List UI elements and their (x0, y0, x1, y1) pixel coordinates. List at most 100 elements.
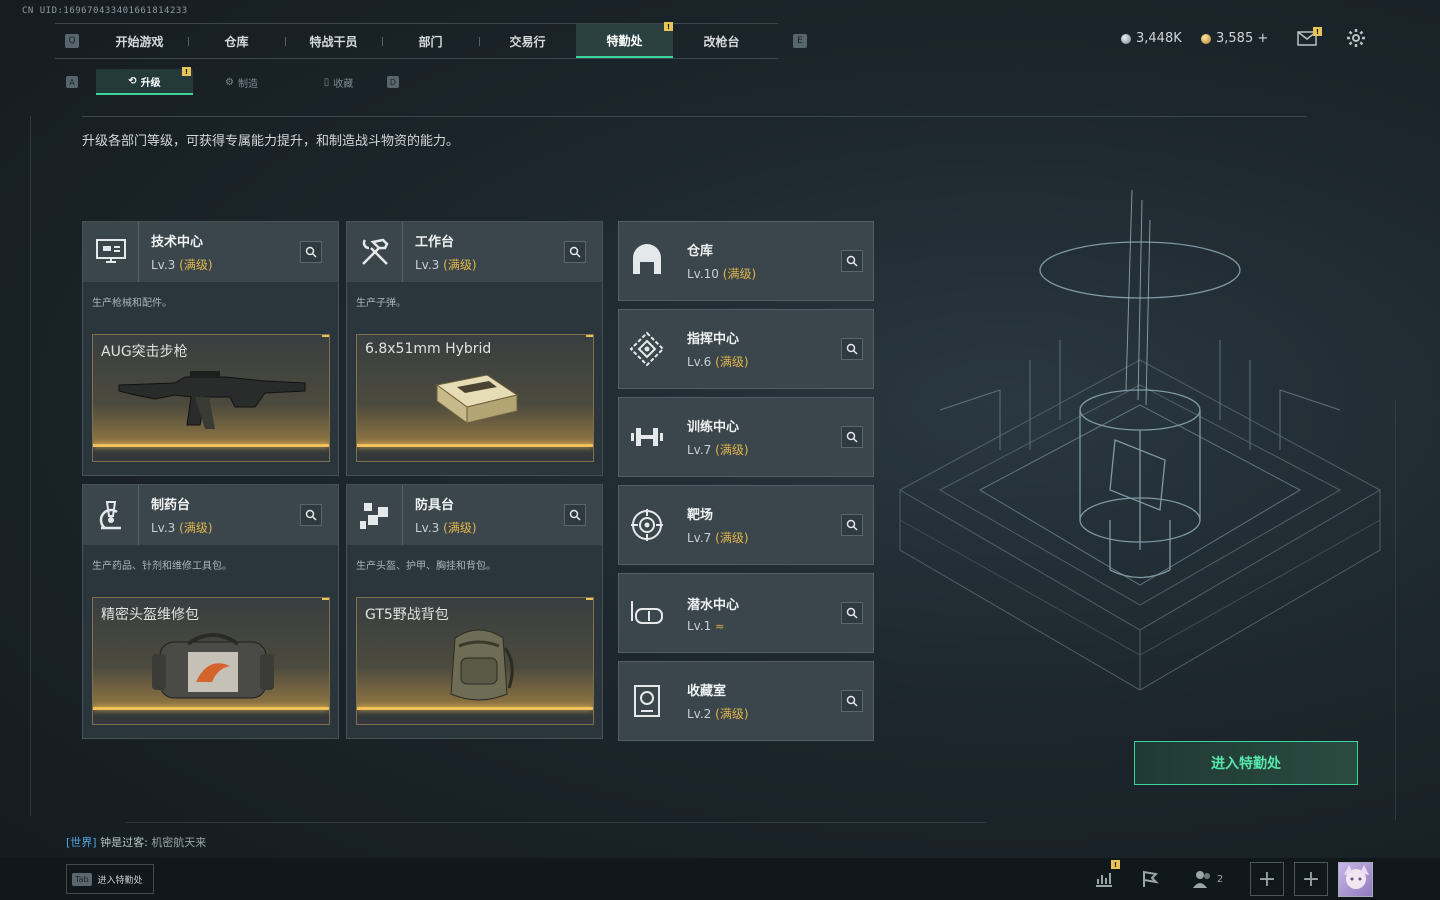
friends-icon (1192, 871, 1210, 888)
product-name: GT5野战背包 (365, 607, 449, 623)
mail-icon[interactable]: ! (1297, 27, 1322, 46)
notification-badge: ! (322, 598, 329, 600)
command-icon (619, 310, 675, 388)
subtab-collect[interactable]: ▯ 收藏 (290, 69, 387, 95)
silver-coin-icon (1121, 33, 1131, 44)
avatar[interactable] (1338, 862, 1373, 897)
backpack-image (450, 629, 514, 701)
gold-currency[interactable]: 3,585 + (1201, 31, 1268, 46)
stats-badge: ! (1111, 860, 1120, 869)
card-title: 技术中心 (151, 235, 204, 250)
search-button[interactable] (564, 504, 586, 526)
search-button[interactable] (300, 504, 322, 526)
add-slot-button[interactable]: + (1294, 862, 1328, 896)
ammo-box-image (435, 374, 519, 424)
dept-row-command-center[interactable]: 指挥中心 Lv.6 (满级) (618, 309, 874, 389)
card-title: 制药台 (151, 498, 191, 513)
row-title: 收藏室 (687, 684, 727, 699)
e-key-hint: E (793, 34, 807, 48)
card-header: 制药台 Lv.3 (满级) (83, 485, 338, 545)
tab-special-ops-label: 特勤处 (606, 33, 643, 48)
row-level: Lv.1 ≈ (687, 618, 725, 633)
subtab-craft-label: 制造 (237, 78, 258, 90)
search-button[interactable] (841, 690, 863, 712)
tab-gunsmith[interactable]: 改枪台 (673, 24, 770, 58)
search-icon (846, 607, 858, 619)
search-icon (569, 246, 581, 258)
stats-icon[interactable]: ! (1086, 860, 1122, 894)
hammer-wrench-icon (347, 222, 403, 282)
friends-button[interactable]: 2 (1188, 864, 1228, 894)
dept-card-armor-bench: 防具台 Lv.3 (满级) 生产头盔、护甲、胸挂和背包。 GT5野战背包 ! (346, 484, 603, 739)
chat-message[interactable]: [世界] 钟是过客: 机密航天来 (66, 834, 206, 850)
gear-icon[interactable] (1346, 28, 1366, 48)
search-button[interactable] (841, 338, 863, 360)
chat-user: 钟是过客: (100, 836, 148, 849)
mail-badge: ! (1313, 27, 1322, 36)
dept-card-pharmacy: 制药台 Lv.3 (满级) 生产药品、针剂和维修工具包。 精密头盔维修包 ! (82, 484, 339, 739)
product-gt5-backpack[interactable]: GT5野战背包 ! (356, 597, 594, 725)
uid-label: CN UID:169670433401661814233 (22, 6, 188, 16)
search-button[interactable] (841, 250, 863, 272)
dept-row-training-center[interactable]: 训练中心 Lv.7 (满级) (618, 397, 874, 477)
chat-text: 机密航天来 (151, 836, 207, 849)
row-level: Lv.2 (满级) (687, 707, 749, 721)
search-icon (846, 519, 858, 531)
friends-count: 2 (1216, 873, 1224, 885)
sub-nav: A ⟲ 升级 ! ⚙ 制造 ▯ 收藏 D (66, 67, 399, 95)
subtab-upgrade[interactable]: ⟲ 升级 ! (96, 67, 193, 95)
search-button[interactable] (300, 241, 322, 263)
card-description: 生产子弹。 (356, 298, 406, 309)
card-description: 生产药品、针剂和维修工具包。 (92, 561, 232, 572)
search-icon (305, 509, 317, 521)
search-icon (305, 246, 317, 258)
row-title: 靶场 (687, 508, 714, 523)
flag-icon[interactable] (1132, 864, 1168, 894)
notification-badge: ! (664, 22, 673, 31)
upgrade-icon: ⟲ (128, 75, 137, 87)
search-button[interactable] (841, 426, 863, 448)
product-ammo-box[interactable]: 6.8x51mm Hybrid ! (356, 334, 594, 462)
tab-special-ops[interactable]: 特勤处! (576, 22, 673, 58)
card-header: 技术中心 Lv.3 (满级) (83, 222, 338, 282)
subtab-upgrade-label: 升级 (140, 77, 161, 89)
intro-text: 升级各部门等级，可获得专属能力提升，和制造战斗物资的能力。 (82, 134, 460, 149)
top-nav: Q 开始游戏 仓库 特战干员 部门 交易行 特勤处! 改枪台 E (55, 22, 807, 59)
subtab-craft[interactable]: ⚙ 制造 (193, 69, 290, 95)
add-slot-button[interactable]: + (1250, 862, 1284, 896)
product-aug-rifle[interactable]: AUG突击步枪 ! (92, 334, 330, 462)
d-key-hint: D (387, 76, 399, 88)
product-helmet-repair-kit[interactable]: 精密头盔维修包 ! (92, 597, 330, 725)
search-button[interactable] (841, 602, 863, 624)
search-icon (846, 695, 858, 707)
dept-row-warehouse[interactable]: 仓库 Lv.10 (满级) (618, 221, 874, 301)
product-name: 6.8x51mm Hybrid (365, 341, 492, 357)
base-wireframe-illustration (898, 190, 1382, 691)
tab-departments[interactable]: 部门 (382, 24, 479, 58)
divider (82, 116, 1307, 117)
notification-badge: ! (322, 335, 329, 337)
row-level: Lv.7 (满级) (687, 531, 749, 545)
search-button[interactable] (841, 514, 863, 536)
tab-start-game[interactable]: 开始游戏 (91, 24, 188, 58)
tab-trade[interactable]: 交易行 (479, 24, 576, 58)
dept-row-diving-center[interactable]: 潜水中心 Lv.1 ≈ (618, 573, 874, 653)
notification-badge: ! (182, 67, 191, 76)
enter-special-ops-button[interactable]: 进入特勤处 (1134, 741, 1358, 785)
upgrade-available-icon: ≈ (715, 619, 725, 633)
tab-operators[interactable]: 特战干员 (285, 24, 382, 58)
warehouse-icon (619, 222, 675, 300)
search-button[interactable] (564, 241, 586, 263)
repair-kit-image (152, 633, 274, 699)
row-title: 潜水中心 (687, 597, 740, 613)
dept-row-collection-room[interactable]: 收藏室 Lv.2 (满级) (618, 661, 874, 741)
tab-warehouse[interactable]: 仓库 (188, 24, 285, 58)
dept-row-shooting-range[interactable]: 靶场 Lv.7 (满级) (618, 485, 874, 565)
row-title: 训练中心 (687, 420, 740, 435)
gold-coin-icon (1201, 33, 1211, 44)
plus-icon: + (1301, 866, 1321, 892)
tab-shortcut-button[interactable]: Tab 进入特勤处 (66, 864, 154, 894)
tab-key-hint: Tab (72, 872, 92, 886)
q-key-hint: Q (65, 34, 79, 48)
row-level: Lv.6 (满级) (687, 355, 749, 369)
